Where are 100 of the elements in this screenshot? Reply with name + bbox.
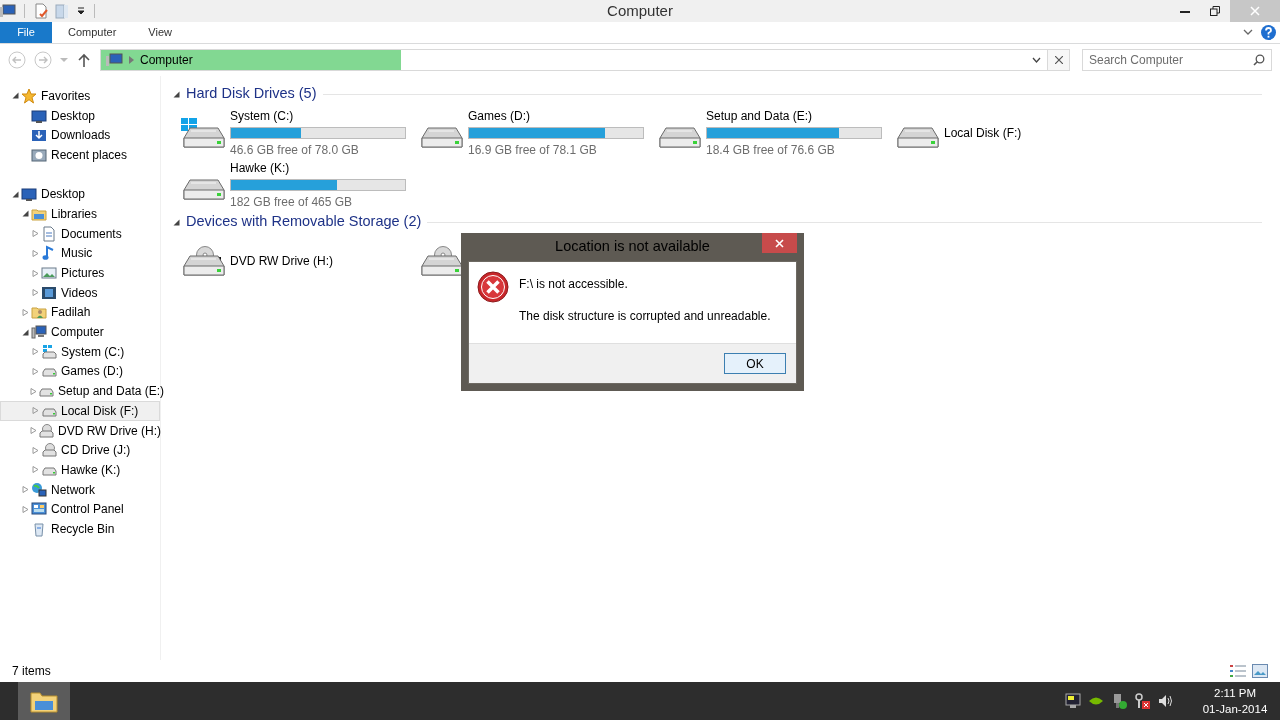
tree-item[interactable]: Videos [0,282,160,303]
close-icon [775,238,784,248]
tree-item[interactable]: Music [0,243,160,264]
tree-item[interactable]: Local Disk (F:) [0,401,160,421]
expanded-arrow-icon[interactable] [11,92,19,100]
expanded-arrow-icon[interactable] [173,218,180,226]
drive-name[interactable]: Games (D:) [468,107,644,125]
drive-name[interactable]: Hawke (K:) [230,159,406,177]
restore-icon [1210,6,1220,16]
tree-item[interactable]: Hawke (K:) [0,460,160,480]
picture-icon [41,265,57,282]
error-detail: The disk structure is corrupted and unreadable. [519,308,771,325]
film-icon [41,284,57,301]
tree-item[interactable]: Documents [0,223,160,244]
collapsed-arrow-icon[interactable] [21,505,29,513]
monitor-icon [31,107,47,124]
collapsed-arrow-icon[interactable] [30,387,37,395]
collapsed-arrow-icon[interactable] [31,249,39,257]
tree-item[interactable]: Favorites [0,86,160,106]
expanded-arrow-icon[interactable] [21,210,29,218]
usb-check-icon[interactable] [1111,693,1127,709]
system-drive-icon [41,343,57,360]
help-icon[interactable] [1261,25,1276,40]
collapsed-arrow-icon[interactable] [30,427,37,435]
tree-item[interactable]: Games (D:) [0,361,160,382]
ribbon-tab[interactable]: Computer [52,22,133,43]
monitor-icon[interactable] [1065,693,1081,709]
search-field[interactable]: Search Computer [1082,49,1272,71]
tree-item[interactable]: Desktop [0,105,160,126]
address-bar[interactable]: Computer [100,49,1070,71]
tree-item[interactable]: Control Panel [0,499,160,520]
properties-icon[interactable] [33,3,49,19]
computer-icon[interactable] [0,3,16,19]
expanded-arrow-icon[interactable] [21,328,29,336]
large-icons-view-icon[interactable] [1252,664,1268,678]
tree-item[interactable]: DVD RW Drive (H:) [0,420,160,441]
speaker-icon[interactable] [1157,693,1173,709]
tree-item[interactable]: Computer [0,322,160,342]
item-count: 7 items [12,663,51,680]
file-explorer-taskbar-button[interactable] [18,682,70,720]
customize-toolbar-icon[interactable] [76,6,86,16]
tree-item[interactable]: Downloads [0,125,160,146]
close-icon [1250,6,1260,16]
tree-item[interactable]: Recycle Bin [0,519,160,539]
tree-item[interactable]: Desktop [0,184,160,205]
drive-name[interactable]: System (C:) [230,107,406,125]
collapsed-arrow-icon[interactable] [31,407,39,415]
control-panel-icon [31,501,47,518]
tree-item[interactable]: Libraries [0,204,160,224]
collapsed-arrow-icon[interactable] [31,446,39,454]
tree-item[interactable]: CD Drive (J:) [0,440,160,461]
collapsed-arrow-icon[interactable] [31,289,39,297]
recent-locations-button[interactable] [60,57,68,63]
close-icon [1054,56,1063,64]
star-icon [21,87,37,104]
collapsed-arrow-icon[interactable] [21,308,29,316]
expanded-arrow-icon[interactable] [173,90,180,98]
computer-icon [105,52,123,68]
free-space-text: 182 GB free of 465 GB [230,194,354,211]
tree-item[interactable]: Recent places [0,145,160,165]
expanded-arrow-icon[interactable] [11,190,19,198]
group-header[interactable]: Hard Disk Drives (5) [186,83,317,105]
ribbon-tab[interactable]: View [132,22,188,43]
collapsed-arrow-icon[interactable] [31,230,39,238]
collapsed-arrow-icon[interactable] [31,367,39,375]
tree-item[interactable]: Fadilah [0,302,160,323]
drive-name[interactable]: Setup and Data (E:) [706,107,882,125]
stop-button[interactable] [1047,50,1069,70]
caret-icon [60,57,68,63]
collapsed-arrow-icon[interactable] [31,269,39,277]
recent-places-icon [31,146,47,163]
drive-name[interactable]: Local Disk (F:) [944,124,1120,142]
network-error-icon[interactable] [1134,693,1150,709]
free-space-text: 18.4 GB free of 76.6 GB [706,142,836,159]
drive-name[interactable]: DVD RW Drive (H:) [230,252,406,270]
free-space-text: 16.9 GB free of 78.1 GB [468,142,598,159]
disc-drive-icon [419,246,463,276]
up-arrow-icon [78,53,90,67]
recycle-bin-icon [31,520,47,537]
tree-item[interactable]: System (C:) [0,341,160,362]
collapsed-arrow-icon[interactable] [31,466,39,474]
disc-drive-icon [38,422,54,439]
monitor-icon [21,186,37,203]
breadcrumb-arrow-icon[interactable] [129,56,134,64]
tree-item[interactable]: Network [0,479,160,500]
details-view-icon[interactable] [1230,664,1246,678]
tree-item[interactable]: Pictures [0,263,160,283]
collapsed-arrow-icon[interactable] [21,486,29,494]
up-button[interactable] [78,53,90,67]
file-menu-tab[interactable]: File [0,22,52,43]
close-button[interactable] [762,233,797,253]
dialog-title: Location is not available [554,237,711,257]
group-header[interactable]: Devices with Removable Storage (2) [186,211,422,233]
ok-button[interactable]: OK [724,353,786,374]
window-title: Computer [606,0,674,21]
taskbar-clock[interactable]: 2:11 PM 01-Jan-2014 [1200,685,1270,717]
expand-ribbon-icon[interactable] [1243,29,1253,36]
breadcrumb-item[interactable]: Computer [140,51,193,69]
chevron-down-icon [1031,57,1041,63]
collapsed-arrow-icon[interactable] [31,348,39,356]
